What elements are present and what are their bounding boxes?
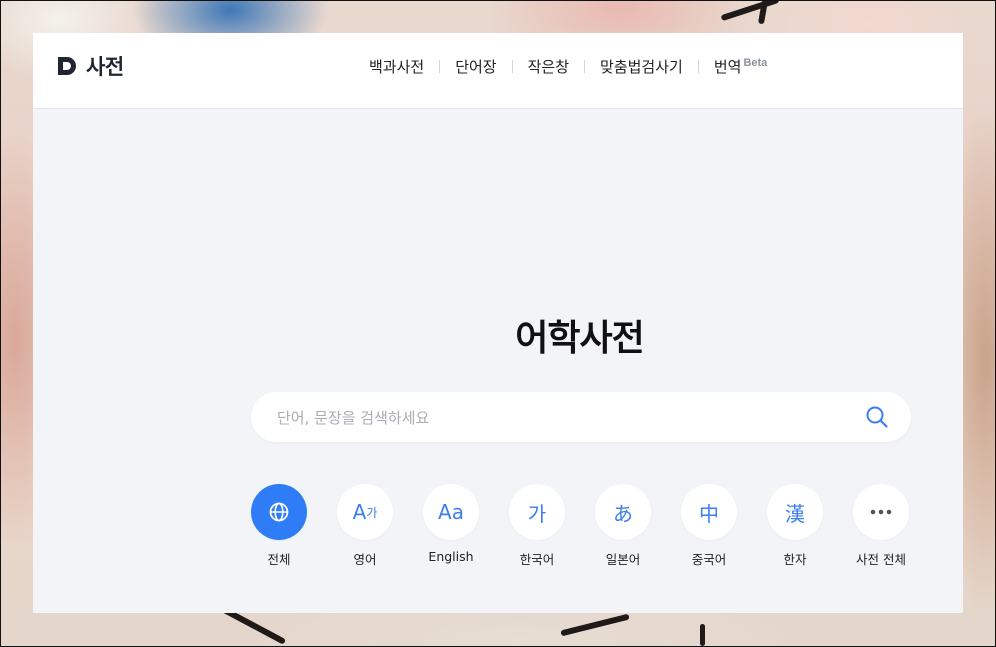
- dictionary-categories: 전체 A가 영어 Aa English 가 한국어 あ 일본어 中 중국어 漢 …: [251, 484, 911, 574]
- japanese-glyph: あ: [613, 501, 633, 526]
- page-title: 어학사전: [515, 318, 644, 359]
- nav-translate-label: 번역: [713, 57, 742, 76]
- logo[interactable]: 사전: [56, 53, 124, 79]
- category-english[interactable]: Aa English: [411, 484, 491, 564]
- dictionary-panel: 사전 백과사전 단어장 작은창 맞춤법검사기 번역 Beta 어학사전 단어, …: [33, 33, 963, 613]
- category-chinese[interactable]: 中 중국어: [669, 484, 749, 568]
- globe-icon: [269, 502, 289, 522]
- english-icon[interactable]: Aa: [423, 484, 479, 540]
- category-korean[interactable]: 가 한국어: [497, 484, 577, 568]
- background-decoration: [700, 624, 705, 646]
- top-navigation-bar: 사전 백과사전 단어장 작은창 맞춤법검사기 번역 Beta: [33, 33, 963, 109]
- nav-encyclopedia[interactable]: 백과사전: [369, 56, 424, 77]
- search-box: [251, 392, 911, 444]
- chinese-icon[interactable]: 中: [681, 484, 737, 540]
- korean-glyph: 가: [527, 501, 547, 526]
- chinese-glyph: 中: [699, 501, 719, 526]
- nav-divider: [697, 59, 699, 73]
- category-english-korean[interactable]: A가 영어: [325, 484, 405, 568]
- category-all-button[interactable]: [251, 484, 307, 540]
- category-label: 한국어: [519, 552, 555, 567]
- nav-divider: [584, 59, 586, 73]
- nav-divider: [439, 59, 441, 73]
- category-all[interactable]: 전체: [239, 484, 319, 568]
- more-icon: [870, 509, 892, 515]
- category-label: 일본어: [605, 552, 641, 567]
- hanja-glyph: 漢: [785, 501, 805, 526]
- korean-icon[interactable]: 가: [509, 484, 565, 540]
- category-hanja[interactable]: 漢 한자: [755, 484, 835, 568]
- english-korean-glyph-sub: 가: [366, 505, 378, 520]
- category-label: 중국어: [691, 552, 727, 567]
- nav-wordbook[interactable]: 단어장: [455, 56, 496, 77]
- search-icon[interactable]: [865, 405, 889, 429]
- hanja-icon[interactable]: 漢: [767, 484, 823, 540]
- category-label: 한자: [783, 552, 807, 567]
- japanese-icon[interactable]: あ: [595, 484, 651, 540]
- category-label: 영어: [353, 552, 377, 567]
- beta-badge: Beta: [743, 56, 768, 69]
- logo-text: 사전: [86, 56, 124, 79]
- nav-translate[interactable]: 번역 Beta: [714, 56, 767, 77]
- nav-divider: [511, 59, 513, 73]
- category-all-dictionaries[interactable]: 사전 전체: [841, 484, 921, 568]
- nav-spell-checker[interactable]: 맞춤법검사기: [600, 56, 683, 77]
- background-decoration: [560, 613, 630, 637]
- background-decoration: [720, 0, 780, 22]
- logo-d-icon: [58, 57, 76, 75]
- english-korean-icon[interactable]: A가: [337, 484, 393, 540]
- nav-mini-window[interactable]: 작은창: [528, 56, 569, 77]
- main-nav: 백과사전 단어장 작은창 맞춤법검사기 번역 Beta: [369, 55, 767, 77]
- search-input[interactable]: [275, 392, 849, 444]
- english-glyph: Aa: [438, 500, 464, 524]
- category-label: 사전 전체: [856, 552, 906, 567]
- category-label: 전체: [267, 552, 291, 567]
- all-dictionaries-button[interactable]: [853, 484, 909, 540]
- english-korean-glyph: A: [352, 500, 367, 524]
- category-japanese[interactable]: あ 일본어: [583, 484, 663, 568]
- category-label: English: [428, 549, 474, 564]
